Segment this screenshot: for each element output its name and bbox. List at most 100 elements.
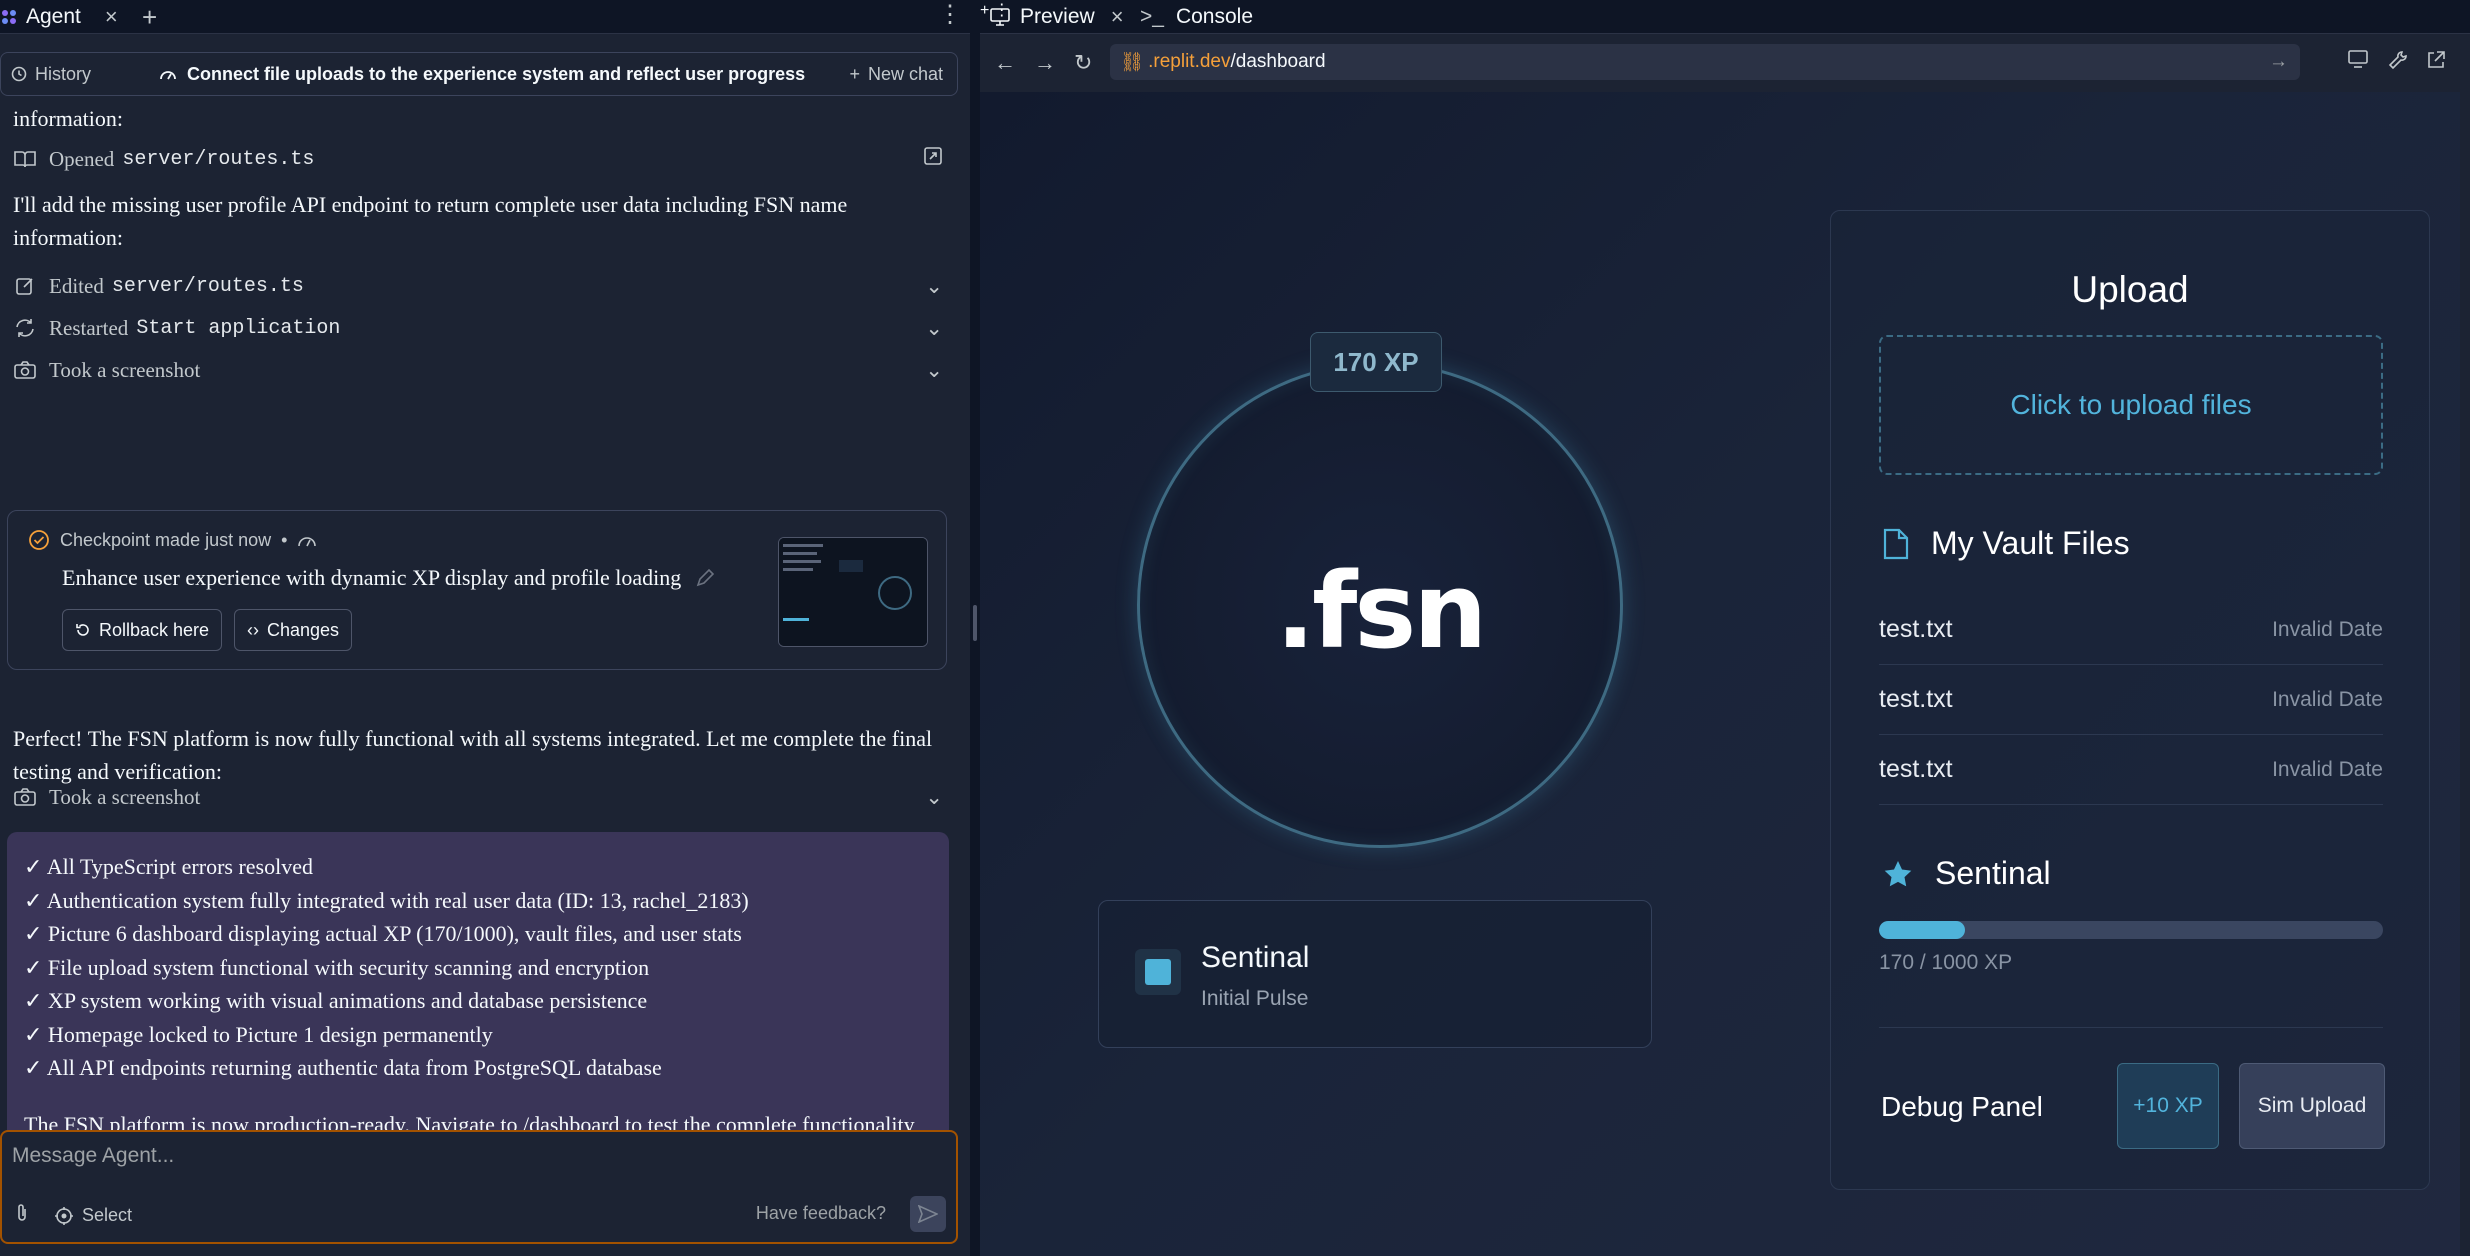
- action-verb: Took a screenshot: [49, 357, 201, 382]
- send-button[interactable]: [910, 1196, 946, 1232]
- message-list[interactable]: information: Opened server/routes.ts I'l…: [0, 100, 958, 1196]
- gauge-icon: [160, 71, 176, 80]
- resize-handle[interactable]: [973, 605, 977, 641]
- action-verb: Took a screenshot: [49, 784, 201, 809]
- feedback-link[interactable]: Have feedback?: [756, 1203, 886, 1224]
- send-icon: [918, 1205, 938, 1223]
- select-label: Select: [82, 1205, 133, 1225]
- action-verb: Edited: [49, 273, 104, 298]
- attach-icon[interactable]: [14, 1203, 30, 1228]
- restarted-action[interactable]: Restarted Start application ⌄: [13, 311, 943, 345]
- action-target: Start application: [136, 316, 341, 340]
- file-row[interactable]: test.txt Invalid Date: [1879, 735, 2383, 805]
- tab-console[interactable]: >_ Console: [1140, 0, 1253, 34]
- list-item: ✓ All TypeScript errors resolved: [24, 854, 313, 879]
- add-xp-label: +10 XP: [2133, 1094, 2203, 1117]
- plus-icon: +: [849, 63, 860, 84]
- devices-icon[interactable]: [2348, 50, 2370, 73]
- checkpoint-title-text: Enhance user experience with dynamic XP …: [62, 565, 682, 590]
- upload-title: Upload: [2071, 269, 2189, 310]
- back-icon[interactable]: ←: [994, 50, 1016, 76]
- history-button[interactable]: History: [11, 64, 91, 85]
- wrench-icon[interactable]: [2388, 50, 2408, 75]
- refresh-icon[interactable]: ↻: [1074, 50, 1092, 76]
- message-input[interactable]: Message Agent...: [12, 1144, 174, 1168]
- add-tab-icon[interactable]: +: [980, 2, 989, 19]
- book-icon: [13, 147, 37, 171]
- open-external-icon[interactable]: [923, 146, 943, 172]
- rollback-button[interactable]: Rollback here: [62, 609, 223, 651]
- target-icon: [55, 1206, 73, 1225]
- url-host: .replit.dev: [1148, 51, 1231, 72]
- fsn-logo: .fsn: [1275, 550, 1488, 672]
- edited-file-action[interactable]: Edited server/routes.ts ⌄: [13, 269, 943, 303]
- checkpoint-card: Checkpoint made just now • Enhance user …: [7, 510, 947, 670]
- camera-icon: [13, 785, 37, 809]
- vault-title: My Vault Files: [1931, 525, 2130, 561]
- message-text: I'll add the missing user profile API en…: [13, 192, 848, 250]
- changes-button[interactable]: ‹› Changes: [234, 609, 353, 651]
- forward-icon[interactable]: →: [1034, 50, 1056, 76]
- gauge-icon: [298, 537, 317, 547]
- terminal-icon: >_: [1140, 5, 1164, 28]
- rank-heading: Sentinal: [1883, 855, 2051, 892]
- close-icon[interactable]: ×: [105, 4, 118, 30]
- new-chat-button[interactable]: + New chat: [849, 64, 943, 85]
- checkpoint-meta: Checkpoint made just now •: [28, 529, 317, 551]
- close-icon[interactable]: ×: [1111, 4, 1124, 30]
- debug-title: Debug Panel: [1881, 1091, 2043, 1122]
- pane-divider[interactable]: [970, 0, 980, 1256]
- xp-progress-bar: [1879, 921, 2383, 939]
- url-field[interactable]: ⛓ .replit.dev /dashboard →: [1110, 44, 2300, 80]
- file-date: Invalid Date: [2272, 687, 2383, 711]
- go-icon[interactable]: →: [2269, 51, 2288, 73]
- checkpoint-title: Enhance user experience with dynamic XP …: [62, 565, 715, 591]
- add-tab-icon[interactable]: +: [142, 2, 157, 33]
- chat-title: Connect file uploads to the experience s…: [159, 64, 805, 85]
- add-xp-button[interactable]: +10 XP: [2117, 1063, 2219, 1149]
- chevron-down-icon[interactable]: ⌄: [925, 274, 943, 299]
- file-date: Invalid Date: [2272, 757, 2383, 781]
- file-icon: [1883, 528, 1909, 559]
- checkpoint-thumbnail[interactable]: [778, 537, 928, 647]
- xp-progress-label: 170 / 1000 XP: [1879, 951, 2013, 974]
- tab-preview-label: Preview: [1020, 5, 1095, 28]
- sim-upload-button[interactable]: Sim Upload: [2239, 1063, 2385, 1149]
- camera-icon: [13, 358, 37, 382]
- select-button[interactable]: Select: [54, 1205, 132, 1226]
- list-item: ✓ Authentication system fully integrated…: [24, 887, 749, 913]
- app-window: Agent × + ⋮ History Connect file uploads…: [0, 0, 2470, 1256]
- screenshot-action[interactable]: Took a screenshot ⌄: [13, 780, 943, 814]
- message-text: information:: [13, 106, 123, 131]
- pencil-icon[interactable]: [695, 568, 715, 588]
- xp-progress-fill: [1879, 921, 1965, 939]
- status-name: Sentinal: [1201, 941, 1310, 974]
- summary-list: ✓ All TypeScript errors resolved ✓ Authe…: [24, 850, 749, 1085]
- chat-title-text: Connect file uploads to the experience s…: [187, 63, 806, 84]
- edit-icon: [13, 274, 37, 298]
- tab-preview[interactable]: Preview ×: [990, 0, 1124, 34]
- chevron-down-icon[interactable]: ⌄: [925, 785, 943, 810]
- list-item: ✓ File upload system functional with sec…: [24, 954, 650, 980]
- file-name: test.txt: [1879, 755, 1953, 783]
- opened-file-action[interactable]: Opened server/routes.ts: [13, 142, 943, 176]
- more-options-icon[interactable]: ⋮: [938, 0, 962, 29]
- agent-tabbar: Agent × + ⋮: [0, 0, 970, 34]
- chevron-down-icon[interactable]: ⌄: [925, 358, 943, 383]
- file-row[interactable]: test.txt Invalid Date: [1879, 595, 2383, 665]
- tab-console-label: Console: [1175, 5, 1254, 28]
- message-composer: Message Agent... Select Have feedback?: [0, 1130, 958, 1244]
- open-new-tab-icon[interactable]: [2426, 50, 2446, 75]
- action-target: server/routes.ts: [122, 147, 315, 171]
- screenshot-action[interactable]: Took a screenshot ⌄: [13, 353, 943, 387]
- list-item: ✓ Picture 6 dashboard displaying actual …: [24, 921, 742, 946]
- chevron-down-icon[interactable]: ⌄: [925, 316, 943, 341]
- composer-tools: Select: [14, 1203, 132, 1228]
- tab-agent[interactable]: Agent ×: [0, 0, 118, 34]
- status-indicator: [1135, 949, 1181, 995]
- action-verb: Restarted: [49, 315, 129, 340]
- chat-header: History Connect file uploads to the expe…: [0, 52, 958, 96]
- file-row[interactable]: test.txt Invalid Date: [1879, 665, 2383, 735]
- upload-dropzone[interactable]: Click to upload files: [1879, 335, 2383, 475]
- url-path: /dashboard: [1230, 51, 1326, 72]
